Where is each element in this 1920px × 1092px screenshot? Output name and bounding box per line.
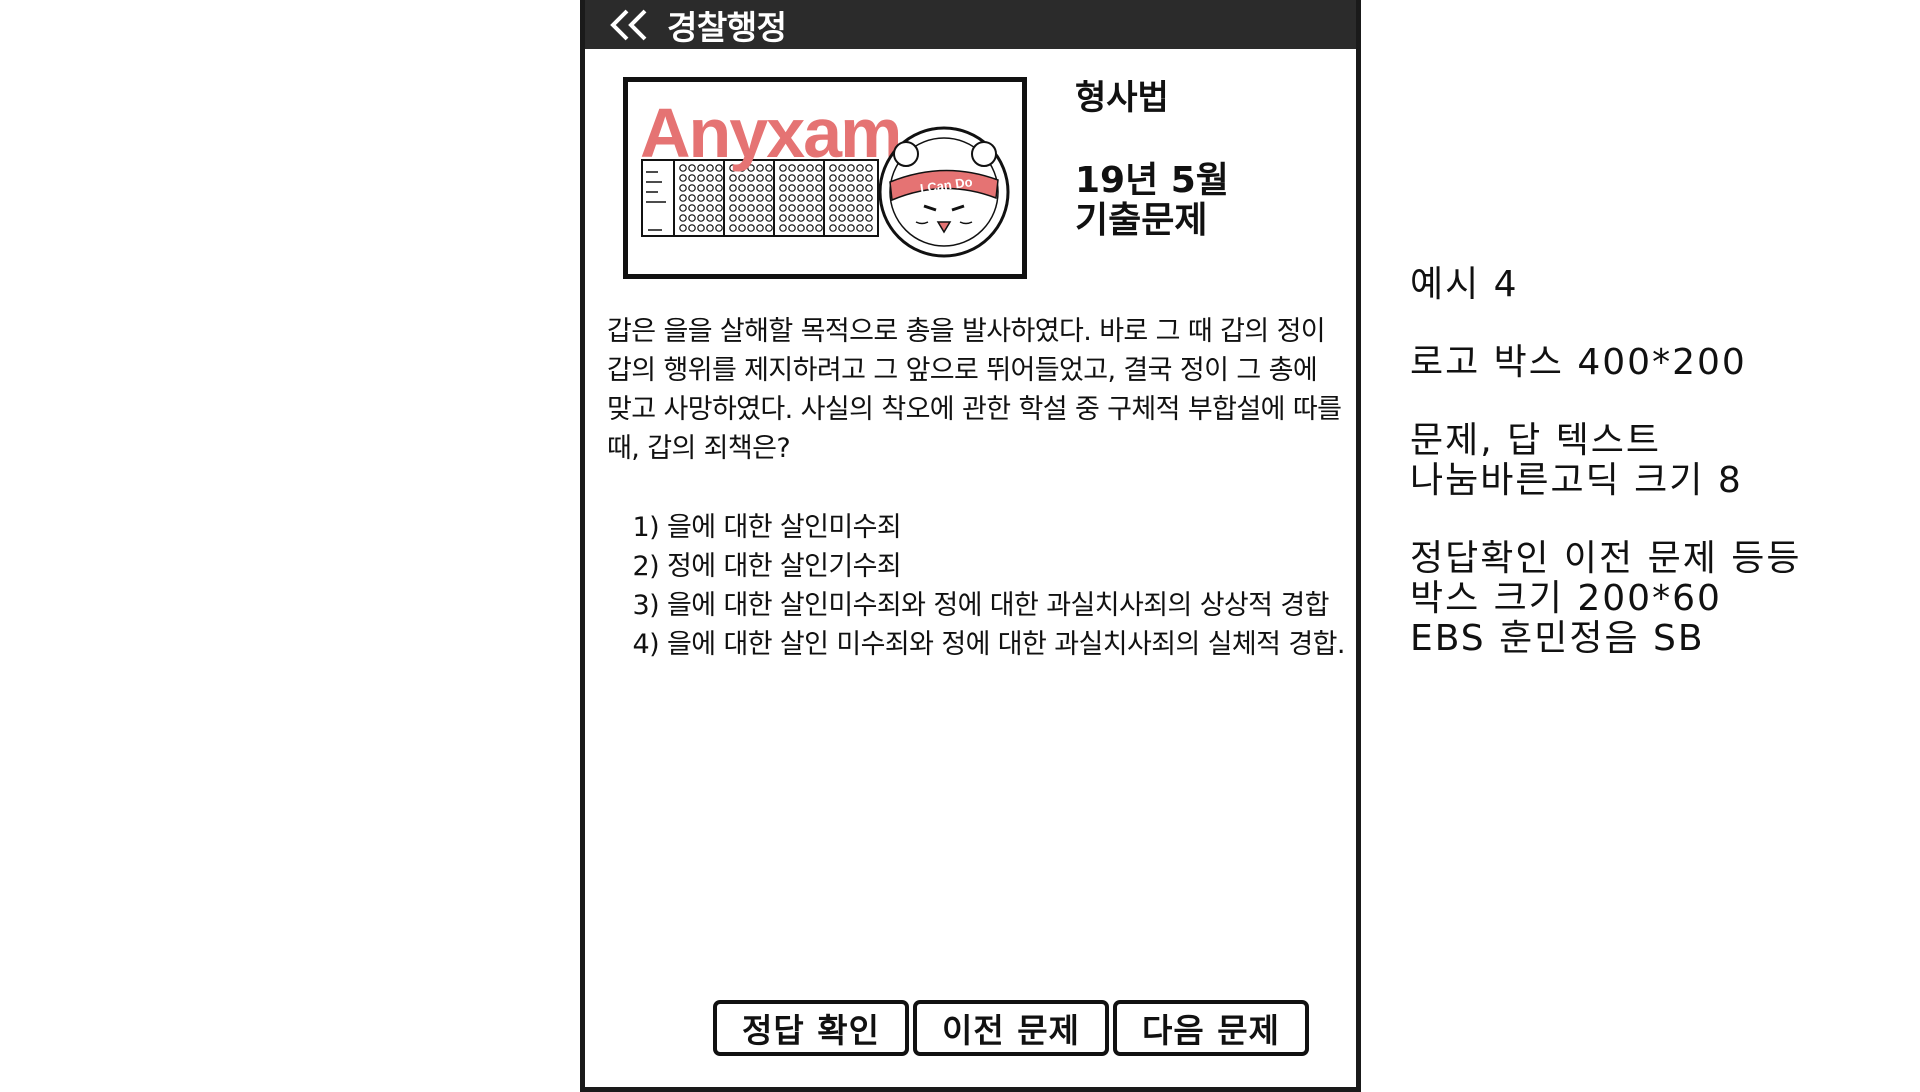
choice-text: 을에 대한 살인 미수죄와 정에 대한 과실치사죄의 실체적 경합. (667, 629, 1345, 660)
choice-text: 을에 대한 살인미수죄 (667, 512, 902, 543)
action-buttons: 정답 확인 이전 문제 다음 문제 (713, 1000, 1309, 1056)
subject-label: 형사법 (1075, 78, 1169, 118)
choice-number: 4) (632, 629, 659, 660)
question-text: 갑은 을을 살해할 목적으로 총을 발사하였다. 바로 그 때 갑의 정이 갑의… (607, 316, 1342, 464)
mascot-badge: I Can Do (878, 126, 1010, 258)
choice-item[interactable]: 2) 정에 대한 살인기수죄 (607, 547, 1345, 586)
choice-number: 2) (632, 551, 659, 582)
phone-frame: 경찰행정 Anyxam I Can Do 형사법 19년 5월 기출문제 갑은 … (580, 0, 1361, 1092)
exam-year-month: 19년 5월 (1075, 160, 1229, 201)
note-logo-size: 로고 박스 400*200 (1410, 342, 1747, 383)
prev-question-button[interactable]: 이전 문제 (913, 1000, 1109, 1056)
double-chevron-left-icon (610, 9, 647, 40)
exam-label: 19년 5월 기출문제 (1075, 161, 1275, 241)
back-button[interactable] (599, 0, 659, 49)
logo-box: Anyxam I Can Do (623, 77, 1027, 279)
choice-number: 3) (632, 590, 659, 621)
choice-text: 을에 대한 살인미수죄와 정에 대한 과실치사죄의 상상적 경합 (667, 590, 1329, 621)
design-notes: 예시 4 로고 박스 400*200 문제, 답 텍스트 나눔바른고딕 크기 8… (1410, 265, 1802, 659)
next-question-button[interactable]: 다음 문제 (1113, 1000, 1309, 1056)
note-buttons-label: 정답확인 이전 문제 등등 (1410, 538, 1802, 579)
choice-list: 1) 을에 대한 살인미수죄 2) 정에 대한 살인기수죄 3) 을에 대한 살… (607, 508, 1345, 664)
choice-text: 정에 대한 살인기수죄 (667, 551, 902, 582)
exam-type: 기출문제 (1075, 200, 1208, 241)
choice-item[interactable]: 4) 을에 대한 살인 미수죄와 정에 대한 과실치사죄의 실체적 경합. (607, 625, 1345, 664)
note-text-label: 문제, 답 텍스트 (1410, 420, 1662, 461)
note-text-font: 나눔바른고딕 크기 8 (1410, 460, 1743, 501)
anyxam-logo: Anyxam I Can Do (640, 94, 1010, 258)
check-answer-button[interactable]: 정답 확인 (713, 1000, 909, 1056)
choice-item[interactable]: 1) 을에 대한 살인미수죄 (607, 508, 1345, 547)
note-buttons-size: 박스 크기 200*60 (1410, 578, 1722, 619)
brand-text: Anyxam (640, 94, 900, 172)
note-example: 예시 4 (1410, 264, 1519, 305)
choice-item[interactable]: 3) 을에 대한 살인미수죄와 정에 대한 과실치사죄의 상상적 경합 (607, 586, 1345, 625)
note-buttons-font: EBS 훈민정음 SB (1410, 618, 1705, 659)
page-title: 경찰행정 (667, 7, 787, 47)
app-header: 경찰행정 (585, 0, 1356, 49)
choice-number: 1) (632, 512, 659, 543)
exam-info: 형사법 19년 5월 기출문제 (1075, 70, 1275, 241)
